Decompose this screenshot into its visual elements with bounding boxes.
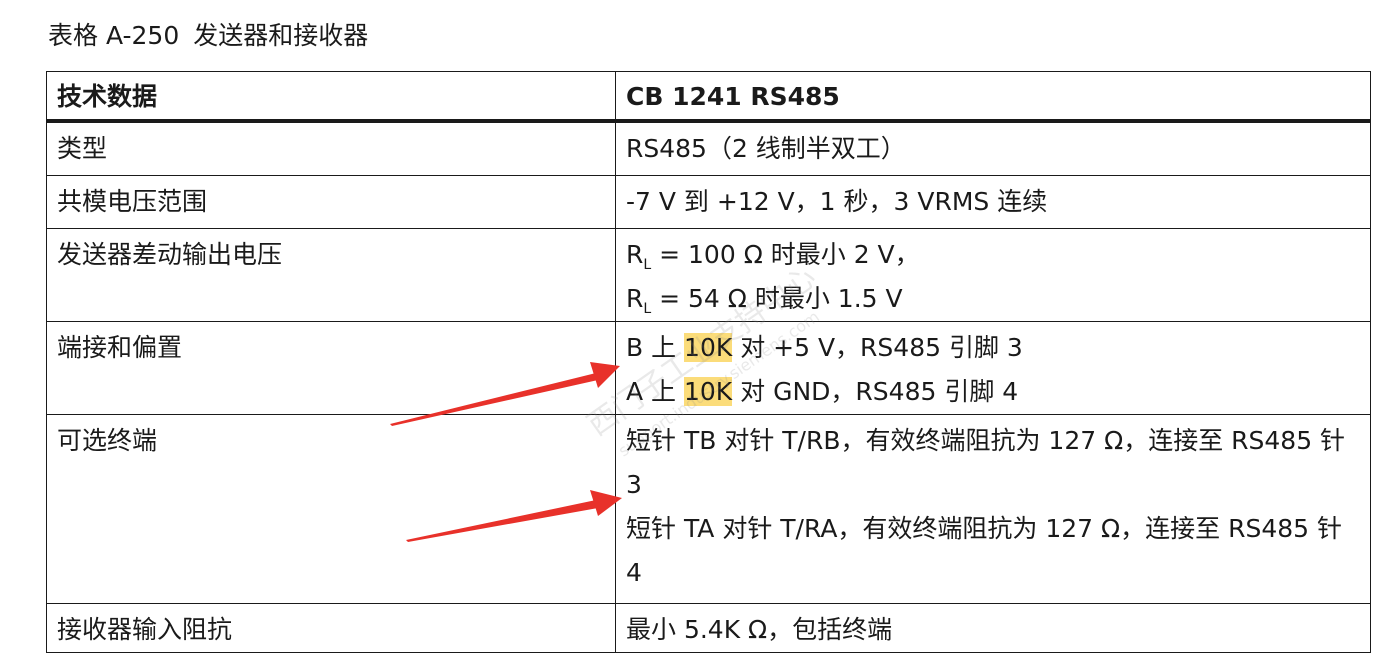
table-row: 类型 RS485（2 线制半双工）: [46, 120, 1371, 176]
param-optional-termination: 可选终端: [46, 414, 616, 604]
table-row: 共模电压范围 -7 V 到 +12 V，1 秒，3 VRMS 连续: [46, 175, 1371, 229]
bias-line-2-pre: A 上: [626, 377, 684, 406]
header-tech-data: 技术数据: [46, 71, 616, 123]
table-row: 可选终端 短针 TB 对针 T/RB，有效终端阻抗为 127 Ω，连接至 RS4…: [46, 414, 1371, 604]
param-termination-bias: 端接和偏置: [46, 321, 616, 415]
diff-line-1-text: = 100 Ω 时最小 2 V，: [651, 240, 920, 269]
bias-line-1: B 上 10K 对 +5 V，RS485 引脚 3: [626, 326, 1360, 370]
table-row: 端接和偏置 B 上 10K 对 +5 V，RS485 引脚 3 A 上 10K …: [46, 321, 1371, 415]
diff-line-1: RL = 100 Ω 时最小 2 V，: [626, 233, 1360, 277]
rl-symbol: R: [626, 240, 644, 269]
caption-label: 表格 A-250: [48, 21, 180, 50]
rl-symbol: R: [626, 284, 644, 313]
table-row: 发送器差动输出电压 RL = 100 Ω 时最小 2 V， RL = 54 Ω …: [46, 228, 1371, 322]
bias-line-1-post: 对 +5 V，RS485 引脚 3: [732, 333, 1023, 362]
value-receiver-impedance: 最小 5.4K Ω，包括终端: [615, 603, 1371, 653]
spec-table: 技术数据 CB 1241 RS485 类型 RS485（2 线制半双工） 共模电…: [46, 71, 1371, 653]
diff-line-2-text: = 54 Ω 时最小 1.5 V: [651, 284, 903, 313]
value-termination-bias: B 上 10K 对 +5 V，RS485 引脚 3 A 上 10K 对 GND，…: [615, 321, 1371, 415]
opt-term-line-1: 短针 TB 对针 T/RB，有效终端阻抗为 127 Ω，连接至 RS485 针 …: [626, 426, 1346, 499]
bias-line-1-pre: B 上: [626, 333, 685, 362]
value-common-mode: -7 V 到 +12 V，1 秒，3 VRMS 连续: [615, 175, 1371, 229]
param-diff-output: 发送器差动输出电压: [46, 228, 616, 322]
opt-term-line-2: 短针 TA 对针 T/RA，有效终端阻抗为 127 Ω，连接至 RS485 针 …: [626, 514, 1342, 587]
diff-line-2: RL = 54 Ω 时最小 1.5 V: [626, 277, 1360, 321]
table-header-row: 技术数据 CB 1241 RS485: [46, 71, 1371, 123]
value-diff-output: RL = 100 Ω 时最小 2 V， RL = 54 Ω 时最小 1.5 V: [615, 228, 1371, 322]
bias-line-2: A 上 10K 对 GND，RS485 引脚 4: [626, 370, 1360, 414]
highlight-10k: 10K: [684, 333, 733, 362]
value-type: RS485（2 线制半双工）: [615, 120, 1371, 176]
value-optional-termination: 短针 TB 对针 T/RB，有效终端阻抗为 127 Ω，连接至 RS485 针 …: [615, 414, 1371, 604]
bias-line-2-post: 对 GND，RS485 引脚 4: [732, 377, 1019, 406]
param-receiver-impedance: 接收器输入阻抗: [46, 603, 616, 653]
table-caption: 表格 A-250 发送器和接收器: [48, 18, 368, 54]
caption-title: 发送器和接收器: [193, 21, 369, 50]
param-common-mode: 共模电压范围: [46, 175, 616, 229]
table-row: 接收器输入阻抗 最小 5.4K Ω，包括终端: [46, 603, 1371, 653]
highlight-10k: 10K: [684, 377, 733, 406]
header-model: CB 1241 RS485: [615, 71, 1371, 123]
param-type: 类型: [46, 120, 616, 176]
